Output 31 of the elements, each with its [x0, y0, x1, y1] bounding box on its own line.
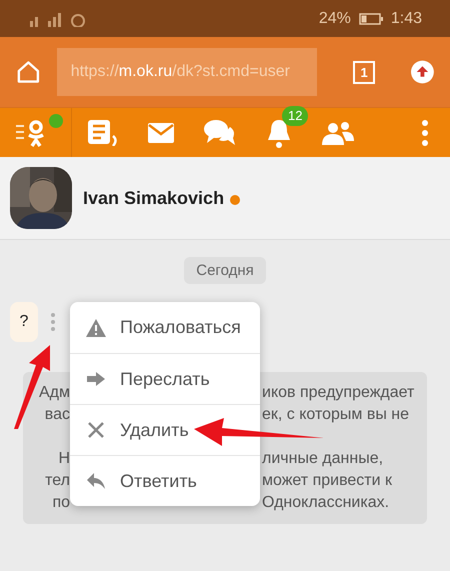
chat-icon[interactable]	[204, 118, 236, 146]
battery-level: 24%	[318, 8, 351, 28]
reply-icon	[87, 473, 105, 489]
notice-text: может привести к	[262, 472, 392, 489]
notice-text: вас	[44, 405, 70, 425]
menu-item[interactable]: Пожаловаться	[70, 302, 260, 353]
notice-text: по	[52, 493, 70, 513]
profile-name[interactable]: Ivan Simakovich	[83, 184, 224, 212]
notice-text: иков предупреждает	[262, 384, 414, 401]
notice-text: Одноклассниках.	[262, 494, 390, 511]
friends-icon[interactable]	[322, 120, 354, 144]
battery-icon	[358, 12, 383, 24]
notice-text: личные данные,	[262, 450, 384, 467]
more-icon[interactable]	[51, 313, 55, 331]
more-icon[interactable]	[422, 120, 428, 146]
notice-text: Н	[58, 449, 70, 469]
mail-icon[interactable]	[148, 122, 174, 142]
message-bubble[interactable]: ?	[10, 302, 38, 342]
menu-item[interactable]: Ответить	[70, 455, 260, 506]
signal-icon	[28, 10, 88, 26]
menu-item[interactable]: Переслать	[70, 353, 260, 404]
close-icon	[88, 422, 104, 438]
clock: 1:43	[390, 8, 422, 28]
upload-icon[interactable]	[411, 60, 434, 84]
warning-icon	[86, 318, 106, 336]
notice-text: ек, с которым вы не	[262, 406, 410, 423]
home-icon[interactable]	[16, 59, 41, 85]
feed-icon[interactable]	[88, 120, 118, 146]
arrow-right-icon	[87, 372, 105, 386]
notice-text: Адм	[38, 383, 70, 403]
notice-text: тел	[45, 471, 70, 491]
